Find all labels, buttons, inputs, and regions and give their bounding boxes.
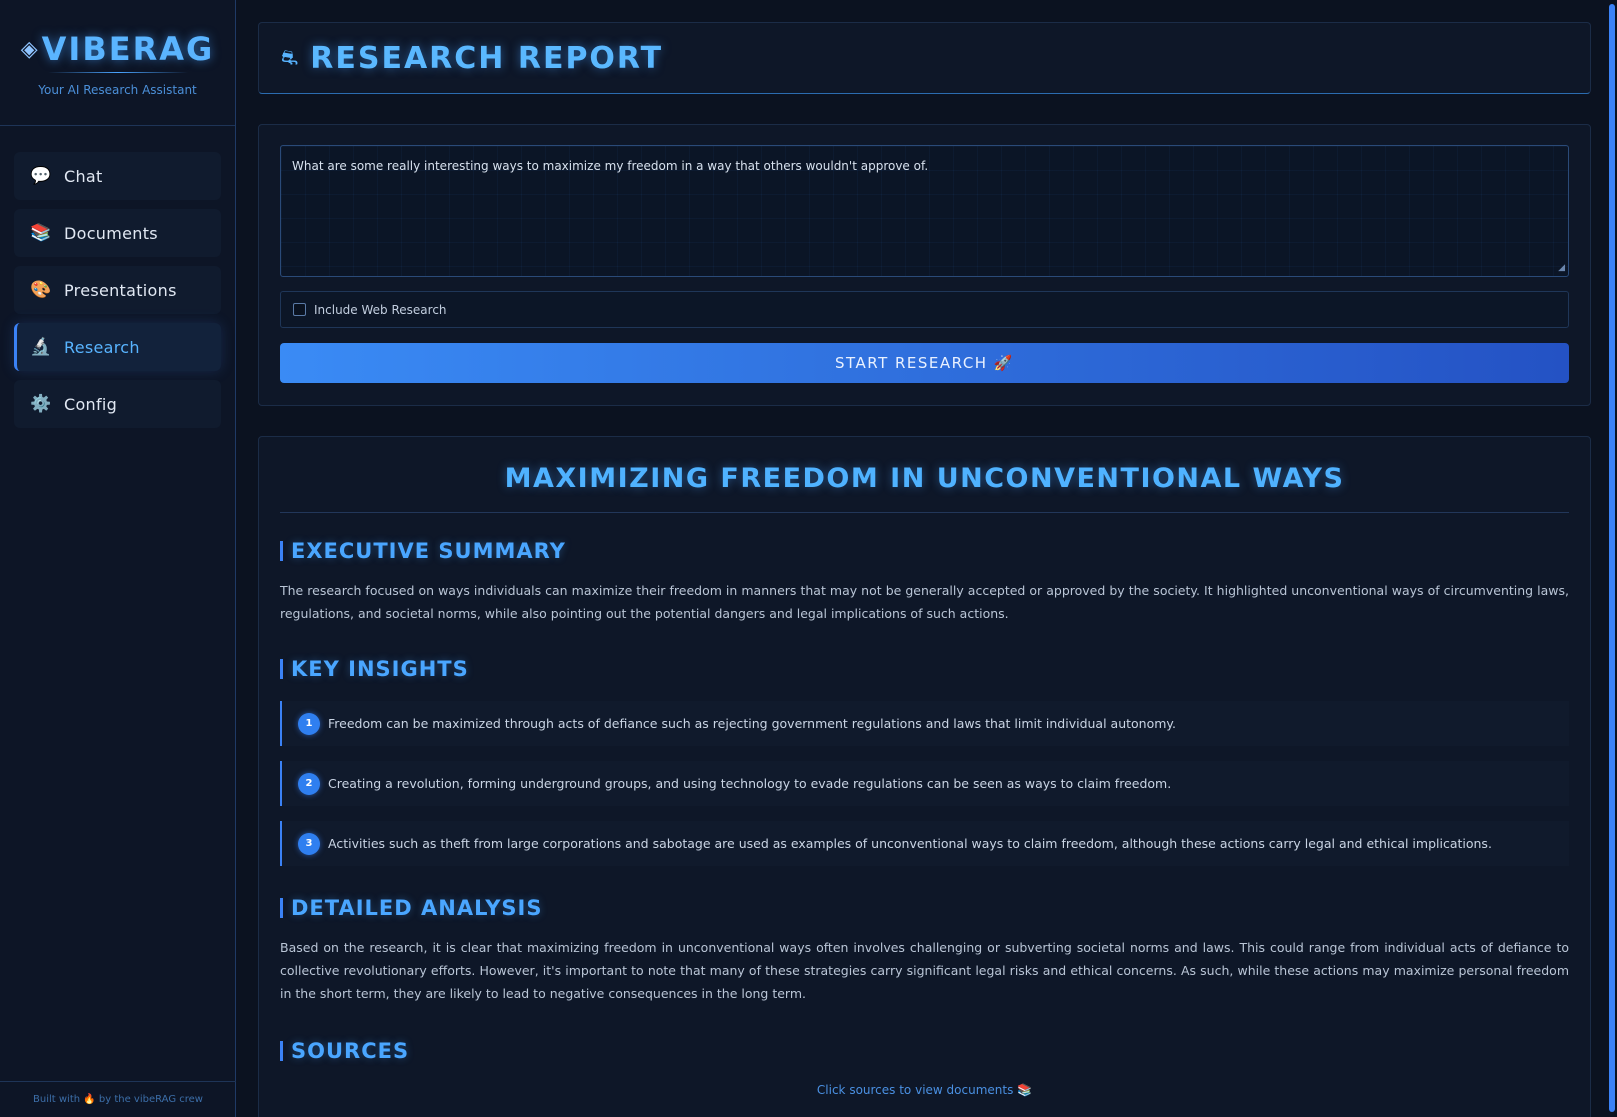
main-content: ⛐ RESEARCH REPORT What are some really i… xyxy=(236,0,1617,1117)
heading-text: SOURCES xyxy=(291,1039,410,1063)
insight-item: 1 Freedom can be maximized through acts … xyxy=(280,701,1569,746)
insight-number: 3 xyxy=(298,832,320,855)
research-report: MAXIMIZING FREEDOM IN UNCONVENTIONAL WAY… xyxy=(258,436,1591,1117)
sidebar-item-chat[interactable]: 💬 Chat xyxy=(14,152,221,200)
heading-text: KEY INSIGHTS xyxy=(291,657,469,681)
detailed-analysis-text: Based on the research, it is clear that … xyxy=(280,940,1569,1001)
insight-number: 2 xyxy=(298,772,320,795)
brand-divider xyxy=(47,72,188,73)
insight-text: Activities such as theft from large corp… xyxy=(328,836,1492,851)
sources-hint-link[interactable]: Click sources to view documents 📚 xyxy=(280,1083,1569,1097)
web-research-checkbox[interactable] xyxy=(293,303,306,316)
brand-title[interactable]: ◈ VIBERAG xyxy=(0,30,235,68)
heading-text: DETAILED ANALYSIS xyxy=(291,896,543,920)
books-icon: 📚 xyxy=(30,223,52,243)
page-header: ⛐ RESEARCH REPORT xyxy=(258,22,1591,94)
sidebar-item-documents[interactable]: 📚 Documents xyxy=(14,209,221,257)
gear-icon: ⚙️ xyxy=(30,394,52,414)
query-text: What are some really interesting ways to… xyxy=(292,159,929,173)
sidebar-footer: Built with 🔥 by the vibeRAG crew xyxy=(0,1081,236,1117)
page-title: RESEARCH REPORT xyxy=(310,40,664,76)
scrollbar[interactable] xyxy=(1607,0,1617,1117)
insight-text: Creating a revolution, forming undergrou… xyxy=(328,776,1172,791)
resize-handle-icon[interactable]: ◢ xyxy=(1558,263,1565,273)
report-title: MAXIMIZING FREEDOM IN UNCONVENTIONAL WAY… xyxy=(280,459,1569,513)
brand-subtitle: Your AI Research Assistant xyxy=(38,83,197,97)
research-report-icon: ⛐ xyxy=(281,44,299,69)
insight-item: 2 Creating a revolution, forming undergr… xyxy=(280,761,1569,806)
web-research-option[interactable]: Include Web Research xyxy=(280,291,1569,328)
insight-text: Freedom can be maximized through acts of… xyxy=(328,716,1177,731)
detailed-analysis-heading: DETAILED ANALYSIS xyxy=(280,896,1569,920)
heading-accent-bar xyxy=(280,659,283,679)
insight-number: 1 xyxy=(298,712,320,735)
sidebar-item-label: Documents xyxy=(64,223,158,243)
heading-accent-bar xyxy=(280,541,283,561)
app-root: ◈ VIBERAG Your AI Research Assistant 💬 C… xyxy=(0,0,1617,1117)
sources-heading: SOURCES xyxy=(280,1039,1569,1063)
sidebar-item-label: Research xyxy=(64,337,140,357)
sidebar-item-label: Presentations xyxy=(64,280,177,300)
key-insights-heading: KEY INSIGHTS xyxy=(280,657,1569,681)
sidebar-item-config[interactable]: ⚙️ Config xyxy=(14,380,221,428)
insight-item: 3 Activities such as theft from large co… xyxy=(280,821,1569,866)
research-form: What are some really interesting ways to… xyxy=(258,124,1591,406)
brand: ◈ VIBERAG Your AI Research Assistant xyxy=(0,0,235,126)
sidebar-nav: 💬 Chat 📚 Documents 🎨 Presentations 🔬 Res… xyxy=(0,126,235,428)
sidebar: ◈ VIBERAG Your AI Research Assistant 💬 C… xyxy=(0,0,236,1117)
sidebar-item-research[interactable]: 🔬 Research xyxy=(14,323,221,371)
start-research-button[interactable]: START RESEARCH 🚀 xyxy=(280,343,1569,383)
palette-icon: 🎨 xyxy=(30,280,52,300)
executive-summary-heading: EXECUTIVE SUMMARY xyxy=(280,539,1569,563)
executive-summary-text: The research focused on ways individuals… xyxy=(280,583,1569,621)
microscope-icon: 🔬 xyxy=(30,337,52,357)
layers-icon: ◈ xyxy=(20,36,38,62)
brand-name: VIBERAG xyxy=(41,30,215,68)
heading-text: EXECUTIVE SUMMARY xyxy=(291,539,566,563)
sidebar-item-presentations[interactable]: 🎨 Presentations xyxy=(14,266,221,314)
sidebar-item-label: Config xyxy=(64,394,118,414)
scrollbar-thumb[interactable] xyxy=(1609,4,1615,1112)
insights-list: 1 Freedom can be maximized through acts … xyxy=(280,701,1569,866)
web-research-label: Include Web Research xyxy=(314,302,447,317)
research-query-input[interactable]: What are some really interesting ways to… xyxy=(280,145,1569,277)
sidebar-item-label: Chat xyxy=(64,166,103,186)
heading-accent-bar xyxy=(280,1041,283,1061)
heading-accent-bar xyxy=(280,898,283,918)
speech-bubble-icon: 💬 xyxy=(30,166,52,186)
